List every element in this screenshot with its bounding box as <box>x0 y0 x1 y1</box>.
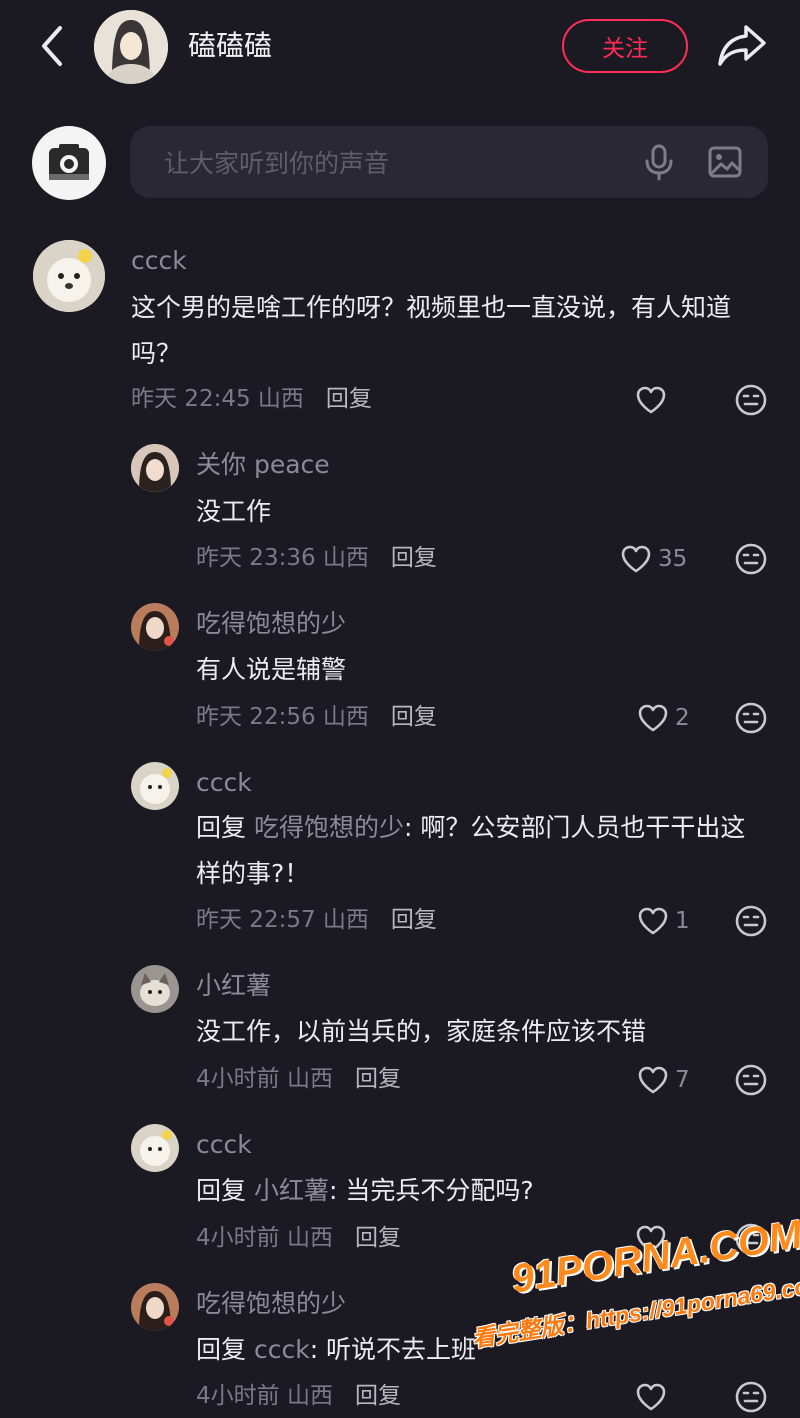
comment-meta: 昨天 22:56 山西 回复 <box>196 702 437 732</box>
comment-username[interactable]: ccck <box>196 1129 252 1161</box>
like-button[interactable]: 2 <box>637 701 690 735</box>
comment-meta: 4小时前 山西 回复 <box>196 1381 401 1411</box>
author-name[interactable]: 磕磕磕 <box>188 28 272 64</box>
avatar[interactable] <box>131 444 179 492</box>
comment-meta: 昨天 22:45 山西 回复 <box>131 384 372 414</box>
comment-text: 回复 吃得饱想的少: 啊？公安部门人员也干干出这样的事?！ <box>196 805 766 897</box>
comment-time: 昨天 23:36 山西 <box>196 545 369 571</box>
comment-text: 没工作，以前当兵的，家庭条件应该不错 <box>196 1017 647 1046</box>
comment-meta: 昨天 23:36 山西 回复 <box>196 543 437 573</box>
heart-icon <box>638 704 668 732</box>
dislike-button[interactable] <box>734 1063 768 1097</box>
author-avatar[interactable] <box>94 10 168 84</box>
avatar[interactable] <box>131 1124 179 1172</box>
chevron-left-icon <box>42 26 62 66</box>
avatar[interactable] <box>131 603 179 651</box>
share-arrow-icon <box>718 25 766 66</box>
dislike-button[interactable] <box>734 904 768 938</box>
avatar[interactable] <box>33 240 105 312</box>
like-button[interactable]: 35 <box>620 542 687 576</box>
dislike-button[interactable] <box>734 1380 768 1414</box>
heart-icon <box>638 1066 668 1094</box>
neutral-face-icon <box>735 905 767 937</box>
comment-time: 昨天 22:56 山西 <box>196 704 369 730</box>
neutral-face-icon <box>735 384 767 416</box>
back-button[interactable] <box>32 22 72 70</box>
neutral-face-icon <box>735 702 767 734</box>
comment-meta: 4小时前 山西 回复 <box>196 1064 401 1094</box>
microphone-button[interactable] <box>643 143 675 181</box>
comment-username[interactable]: 吃得饱想的少 <box>196 1288 346 1320</box>
comment-time: 昨天 22:57 山西 <box>196 907 369 933</box>
heart-icon <box>636 386 666 414</box>
comment-meta: 4小时前 山西 回复 <box>196 1223 401 1253</box>
comment-username[interactable]: 小红薯 <box>196 970 271 1002</box>
reply-prefix: 回复 <box>196 1176 247 1205</box>
heart-icon <box>636 1383 666 1411</box>
dislike-button[interactable] <box>734 701 768 735</box>
comment-username[interactable]: ccck <box>196 767 252 799</box>
camera-icon <box>49 144 89 180</box>
image-icon <box>708 146 742 178</box>
reply-target-username[interactable]: 小红薯 <box>254 1176 329 1205</box>
reply-button[interactable]: 回复 <box>391 704 437 730</box>
dislike-button[interactable] <box>734 542 768 576</box>
comment-time: 4小时前 山西 <box>196 1066 333 1092</box>
comment-time: 4小时前 山西 <box>196 1383 333 1409</box>
neutral-face-icon <box>735 1381 767 1413</box>
reply-button[interactable]: 回复 <box>391 545 437 571</box>
reply-prefix: 回复 <box>196 1335 247 1364</box>
comment-username[interactable]: 吃得饱想的少 <box>196 608 346 640</box>
comment-text: 回复 小红薯: 当完兵不分配吗? <box>196 1168 800 1214</box>
comment-text: 没工作 <box>196 497 272 526</box>
avatar[interactable] <box>131 965 179 1013</box>
avatar[interactable] <box>131 762 179 810</box>
reply-target-username[interactable]: ccck <box>254 1335 310 1364</box>
reply-button[interactable]: 回复 <box>326 386 372 412</box>
comment-time: 昨天 22:45 山西 <box>131 386 304 412</box>
reply-prefix: 回复 <box>196 813 247 842</box>
comment-text: 这个男的是啥工作的呀？视频里也一直没说，有人知道吗？ <box>131 293 732 368</box>
reply-body: : 当完兵不分配吗? <box>328 1176 534 1205</box>
top-bar: 磕磕磕 关注 <box>0 0 800 95</box>
like-button[interactable] <box>635 383 673 417</box>
comment-time: 4小时前 山西 <box>196 1225 333 1251</box>
comment-username[interactable]: 关你 peace <box>196 449 330 481</box>
like-count: 2 <box>675 705 690 731</box>
like-count: 1 <box>675 908 690 934</box>
heart-icon <box>638 907 668 935</box>
reply-button[interactable]: 回复 <box>391 907 437 933</box>
comment-text: 有人说是辅警 <box>196 655 347 684</box>
like-button[interactable]: 1 <box>637 904 690 938</box>
my-avatar[interactable] <box>32 126 106 200</box>
like-count: 7 <box>675 1067 690 1093</box>
heart-icon <box>621 545 651 573</box>
reply-body: : 听说不去上班 <box>309 1335 477 1364</box>
like-button[interactable] <box>635 1380 673 1414</box>
comment-meta: 昨天 22:57 山西 回复 <box>196 905 437 935</box>
avatar[interactable] <box>131 1283 179 1331</box>
comment-username[interactable]: ccck <box>131 245 187 277</box>
microphone-icon <box>645 144 673 181</box>
like-button[interactable]: 7 <box>637 1063 690 1097</box>
reply-target-username[interactable]: 吃得饱想的少 <box>254 813 404 842</box>
image-button[interactable] <box>707 145 743 179</box>
dislike-button[interactable] <box>734 383 768 417</box>
share-button[interactable] <box>716 22 768 68</box>
neutral-face-icon <box>735 543 767 575</box>
reply-button[interactable]: 回复 <box>355 1225 401 1251</box>
neutral-face-icon <box>735 1064 767 1096</box>
reply-button[interactable]: 回复 <box>355 1383 401 1409</box>
like-count: 35 <box>658 546 688 572</box>
follow-button[interactable]: 关注 <box>562 19 688 73</box>
reply-button[interactable]: 回复 <box>355 1066 401 1092</box>
